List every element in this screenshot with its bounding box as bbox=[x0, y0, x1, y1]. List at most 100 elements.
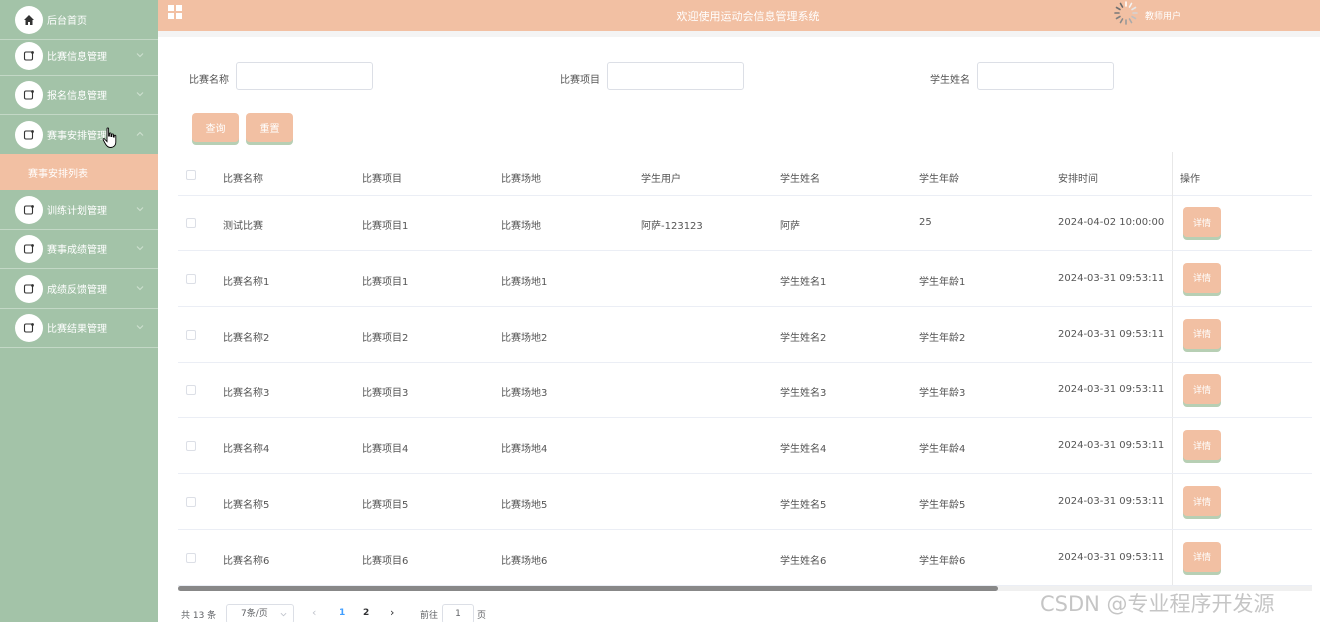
table-cell: 学生年龄5 bbox=[919, 500, 966, 511]
column-header: 学生年龄 bbox=[919, 174, 959, 185]
hand-cursor-icon bbox=[102, 127, 117, 148]
sidebar-item-home[interactable]: 后台首页 bbox=[0, 0, 158, 40]
student-name-input[interactable] bbox=[977, 62, 1114, 90]
chevron-down-icon bbox=[136, 53, 144, 58]
table-cell: 2024-03-31 09:53:11 bbox=[1058, 272, 1165, 284]
table-cell: 学生姓名3 bbox=[780, 388, 827, 400]
detail-button[interactable]: 详情 bbox=[1183, 486, 1221, 516]
chevron-down-icon bbox=[136, 325, 144, 330]
table-cell: 学生年龄1 bbox=[919, 276, 966, 288]
sidebar-item-competition-info[interactable]: 比赛信息管理 bbox=[0, 36, 158, 76]
detail-button[interactable]: 详情 bbox=[1183, 262, 1221, 293]
goto-page-input[interactable] bbox=[442, 604, 474, 622]
page-number-1[interactable]: 1 bbox=[339, 608, 345, 618]
sidebar-item-event-scores[interactable]: 赛事成绩管理 bbox=[0, 229, 158, 269]
row-checkbox[interactable] bbox=[186, 385, 196, 396]
table-cell: 25 bbox=[919, 217, 932, 228]
sidebar-item-label: 训练计划管理 bbox=[47, 206, 107, 217]
detail-button[interactable]: 详情 bbox=[1183, 374, 1221, 405]
top-header: 欢迎使用运动会信息管理系统 教师用户 bbox=[158, 0, 1320, 31]
sidebar-item-training-plan[interactable]: 训练计划管理 bbox=[0, 190, 158, 230]
detail-button[interactable]: 详情 bbox=[1183, 541, 1221, 572]
table-cell: 比赛项目1 bbox=[362, 276, 409, 288]
table-cell: 学生姓名2 bbox=[780, 332, 827, 344]
table-cell: 学生年龄3 bbox=[919, 388, 966, 400]
sidebar-item-score-feedback[interactable]: 成绩反馈管理 bbox=[0, 269, 158, 309]
table-cell: 比赛场地4 bbox=[501, 444, 548, 456]
detail-button[interactable]: 详情 bbox=[1183, 430, 1221, 461]
table-cell: 测试比赛 bbox=[223, 221, 263, 232]
row-checkbox[interactable] bbox=[186, 329, 196, 340]
page-number-2[interactable]: 2 bbox=[363, 608, 369, 618]
sidebar-subitem-event-schedule-list[interactable]: 赛事安排列表 bbox=[0, 154, 158, 190]
sidebar-item-label: 比赛信息管理 bbox=[47, 52, 107, 63]
sidebar-item-label: 成绩反馈管理 bbox=[47, 285, 107, 296]
schedule-table: 比赛名称 比赛项目 比赛场地 学生用户 学生姓名 学生年龄 安排时间 操作 测试… bbox=[178, 152, 1312, 586]
search-label-competition-name: 比赛名称 bbox=[189, 75, 229, 86]
query-button[interactable]: 查询 bbox=[192, 113, 239, 142]
table-cell: 2024-03-31 09:53:11 bbox=[1058, 440, 1165, 452]
table-cell: 学生年龄6 bbox=[919, 555, 966, 567]
detail-button[interactable]: 详情 bbox=[1183, 318, 1221, 349]
table-cell: 学生姓名4 bbox=[780, 444, 827, 456]
menu-icon bbox=[15, 234, 43, 263]
chevron-down-icon bbox=[136, 286, 144, 291]
column-header: 学生姓名 bbox=[780, 174, 820, 185]
column-header: 操作 bbox=[1180, 174, 1200, 185]
sidebar-item-event-schedule[interactable]: 赛事安排管理 bbox=[0, 115, 158, 155]
table-cell: 2024-04-02 10:00:00 bbox=[1058, 217, 1165, 228]
sidebar-item-registration-info[interactable]: 报名信息管理 bbox=[0, 75, 158, 115]
competition-name-input[interactable] bbox=[236, 62, 373, 90]
table-cell: 学生姓名6 bbox=[780, 555, 827, 567]
table-cell: 学生姓名1 bbox=[780, 276, 827, 288]
chevron-up-icon bbox=[136, 131, 144, 136]
row-checkbox[interactable] bbox=[186, 273, 196, 284]
table-cell: 比赛场地3 bbox=[501, 388, 548, 400]
prev-page-button[interactable]: ‹ bbox=[312, 606, 316, 619]
pagination-total: 共 13 条 bbox=[181, 611, 217, 621]
select-all-checkbox[interactable] bbox=[186, 170, 196, 180]
row-divider bbox=[178, 417, 1312, 419]
menu-icon bbox=[15, 195, 43, 224]
table-cell: 学生年龄4 bbox=[919, 444, 966, 456]
table-cell: 阿萨 bbox=[780, 221, 800, 232]
table-cell: 比赛项目2 bbox=[362, 332, 409, 344]
user-name[interactable]: 教师用户 bbox=[1145, 9, 1181, 22]
page-unit-label: 页 bbox=[477, 611, 487, 621]
sidebar-item-label: 报名信息管理 bbox=[47, 91, 107, 102]
menu-icon bbox=[15, 313, 43, 342]
table-cell: 比赛名称5 bbox=[223, 500, 270, 511]
sidebar-item-label: 比赛结果管理 bbox=[47, 324, 107, 335]
chevron-down-icon bbox=[136, 246, 144, 251]
table-cell: 比赛项目3 bbox=[362, 388, 409, 400]
next-page-button[interactable]: › bbox=[390, 606, 394, 619]
sidebar-item-competition-results[interactable]: 比赛结果管理 bbox=[0, 308, 158, 348]
goto-label: 前往 bbox=[420, 611, 439, 621]
row-checkbox[interactable] bbox=[186, 552, 196, 563]
table-cell: 阿萨-123123 bbox=[641, 221, 703, 232]
table-cell: 2024-03-31 09:53:11 bbox=[1058, 496, 1165, 507]
table-cell: 比赛名称6 bbox=[223, 555, 270, 567]
reset-button[interactable]: 重置 bbox=[246, 113, 293, 142]
header-divider bbox=[158, 31, 1320, 37]
search-label-competition-event: 比赛项目 bbox=[560, 75, 600, 86]
row-divider bbox=[178, 195, 1312, 196]
table-cell: 比赛名称3 bbox=[223, 388, 270, 400]
detail-button[interactable]: 详情 bbox=[1183, 207, 1221, 237]
row-checkbox[interactable] bbox=[186, 497, 196, 507]
table-cell: 比赛场地5 bbox=[501, 500, 548, 511]
competition-event-input[interactable] bbox=[607, 62, 744, 90]
watermark: CSDN @专业程序开发源 bbox=[1040, 592, 1275, 616]
row-divider bbox=[178, 305, 1312, 307]
scrollbar-thumb[interactable] bbox=[178, 586, 998, 591]
column-header: 学生用户 bbox=[641, 174, 681, 185]
row-checkbox[interactable] bbox=[186, 218, 196, 228]
chevron-down-icon bbox=[136, 92, 144, 97]
column-header: 安排时间 bbox=[1058, 174, 1098, 185]
row-checkbox[interactable] bbox=[186, 441, 196, 452]
sidebar-subitem-label: 赛事安排列表 bbox=[28, 168, 88, 180]
page-size-select[interactable]: 7条/页 bbox=[226, 604, 294, 622]
table-cell: 2024-03-31 09:53:11 bbox=[1058, 328, 1165, 340]
sidebar: 后台首页 比赛信息管理 报名信息管理 赛事安排管理 赛事安排列表 训练计划管理 bbox=[0, 0, 158, 622]
menu-icon bbox=[15, 41, 43, 70]
